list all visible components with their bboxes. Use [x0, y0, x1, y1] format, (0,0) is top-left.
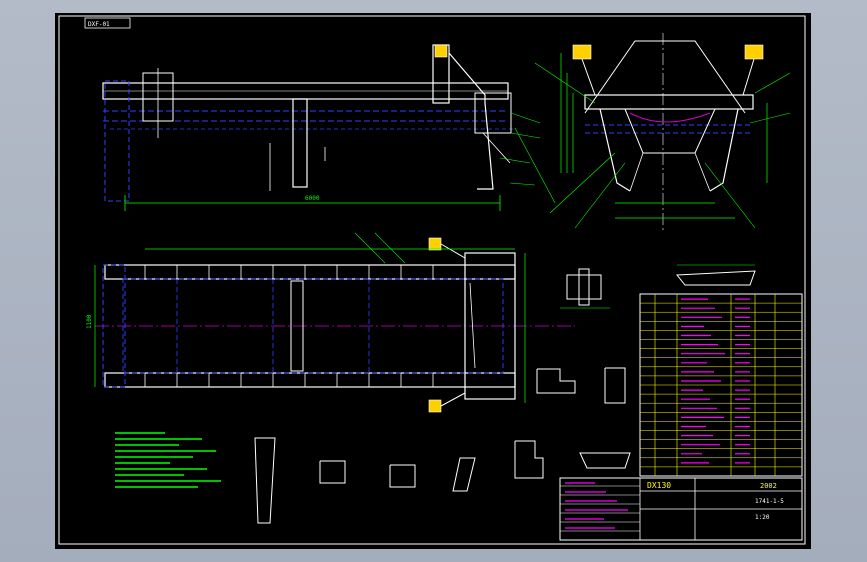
cad-viewport: DXF-01 6000 1100 DX130 2002 1741-1-5 1:2… — [0, 0, 867, 562]
plan-lug-bottom — [428, 399, 442, 413]
leader-5 — [514, 127, 556, 204]
tower-brace — [448, 52, 486, 103]
hopper-outline — [584, 40, 746, 114]
side-hanger-right — [742, 58, 755, 96]
bracket-detail-1 — [536, 368, 576, 394]
title-block-subtitle: 2002 — [760, 482, 777, 490]
plan-top-rail — [104, 264, 516, 280]
bracket-detail-2 — [604, 367, 626, 404]
side-leg-right — [709, 108, 739, 192]
plan-bottom-rail — [104, 372, 516, 388]
plan-lug-top — [428, 237, 442, 251]
side-top-beam — [584, 94, 754, 110]
leader-2 — [510, 132, 541, 139]
section-f — [579, 452, 631, 469]
signature-rows — [560, 482, 640, 532]
side-hanger-left — [581, 58, 596, 96]
bom-rows — [640, 298, 802, 468]
plan-dim-width-text: 1100 — [86, 314, 93, 329]
section-c — [389, 464, 416, 488]
title-block: DX130 2002 1741-1-5 1:20 — [559, 477, 803, 541]
leader-4 — [509, 182, 536, 186]
lifting-lug-left — [572, 44, 592, 60]
technical-notes — [115, 432, 221, 488]
front-view: 6000 — [102, 44, 556, 211]
lifting-lug-icon — [434, 44, 448, 58]
leader-1 — [510, 112, 541, 124]
side-leg-left — [599, 108, 631, 192]
plan-view: 1100 — [86, 232, 575, 413]
right-leg — [477, 102, 494, 190]
gusset-plate-icon — [566, 274, 602, 300]
side-strut-right — [694, 152, 711, 192]
lifting-lug-right — [744, 44, 764, 60]
beam-section-icon — [319, 460, 346, 484]
bill-of-materials — [639, 293, 803, 477]
title-block-title: DX130 — [647, 481, 671, 490]
section-e — [514, 440, 544, 479]
drawing-sheet: DXF-01 6000 1100 DX130 2002 1741-1-5 1:2… — [55, 13, 811, 549]
section-a — [254, 437, 276, 524]
plan-brace-bottom — [440, 392, 466, 407]
drawing-canvas: DXF-01 6000 1100 DX130 2002 1741-1-5 1:2… — [58, 15, 806, 545]
right-diagonal — [482, 132, 511, 164]
side-leader-2 — [549, 152, 616, 214]
title-tab: DXF-01 — [88, 21, 110, 28]
title-block-scale: 1:20 — [755, 514, 770, 521]
side-leader-6 — [749, 112, 791, 124]
dim-overall-length-text: 6000 — [305, 195, 320, 202]
side-curve — [629, 112, 711, 123]
leader-3 — [499, 157, 531, 164]
plan-brace-top — [440, 243, 466, 259]
plan-right-inner — [469, 282, 476, 369]
side-leader-5 — [754, 72, 791, 94]
wedge-detail — [676, 270, 756, 286]
detail-stiffener — [578, 268, 590, 306]
title-block-drawing-no: 1741-1-5 — [755, 498, 784, 505]
side-view — [534, 33, 791, 233]
plan-leader-2 — [374, 232, 406, 264]
plan-leader-1 — [354, 232, 386, 264]
side-strut-left — [629, 152, 644, 192]
front-leg — [292, 98, 308, 188]
section-d — [452, 457, 476, 492]
